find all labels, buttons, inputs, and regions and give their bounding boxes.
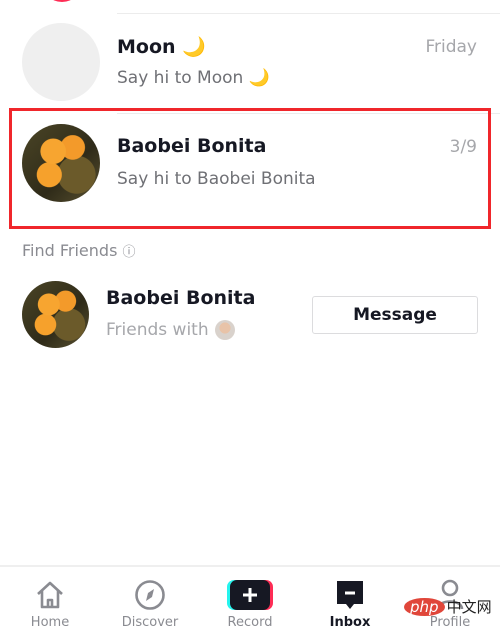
nav-label: Discover	[121, 615, 179, 630]
find-friends-header: Find Friends ⓘ	[22, 241, 136, 260]
nav-record[interactable]: Record	[205, 567, 295, 630]
nav-inbox[interactable]: Inbox	[305, 567, 395, 630]
nav-label: Record	[227, 615, 273, 630]
avatar	[22, 281, 89, 348]
find-friends-title: Find Friends	[22, 241, 118, 260]
suggestion-subtitle: Friends with	[106, 320, 235, 340]
home-icon	[5, 575, 95, 615]
conversation-row-moon[interactable]: Moon 🌙 Friday Say hi to Moon 🌙	[0, 14, 500, 112]
previous-conversation-avatar[interactable]	[42, 0, 82, 2]
suggestion-name: Baobei Bonita	[106, 287, 256, 309]
conversation-preview: Say hi to Moon 🌙	[117, 68, 270, 88]
nav-label: Inbox	[329, 615, 371, 630]
watermark: php 中文网	[404, 596, 492, 617]
nav-home[interactable]: Home	[5, 567, 95, 630]
plus-icon	[205, 575, 295, 615]
highlight-box	[9, 108, 491, 229]
mutual-friend-avatar	[214, 320, 235, 340]
conversation-time: Friday	[425, 37, 477, 57]
friends-with-label: Friends with	[106, 320, 209, 340]
conversation-name: Moon 🌙	[117, 36, 206, 58]
compass-icon	[105, 575, 195, 615]
nav-label: Home	[30, 615, 70, 630]
nav-discover[interactable]: Discover	[105, 567, 195, 630]
nav-label: Profile	[429, 615, 471, 630]
inbox-icon	[305, 575, 395, 615]
message-button[interactable]: Message	[312, 296, 478, 334]
info-icon[interactable]: ⓘ	[123, 245, 136, 260]
avatar	[22, 23, 100, 101]
